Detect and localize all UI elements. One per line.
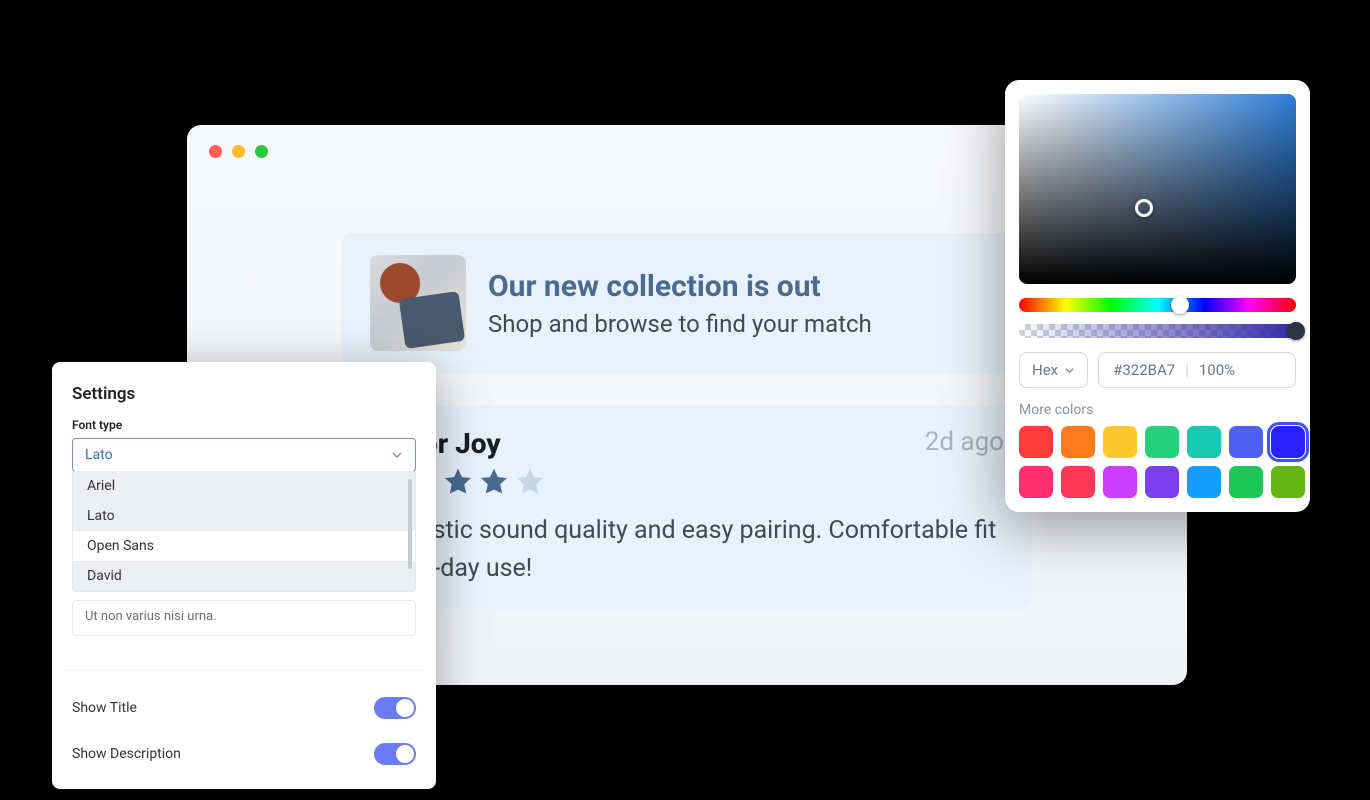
window-controls	[209, 145, 268, 158]
color-swatch[interactable]	[1019, 466, 1053, 498]
alpha-slider[interactable]	[1019, 324, 1296, 338]
review-card: Taylor Joy 2d ago Fantastic sound qualit…	[342, 405, 1032, 609]
review-stars	[370, 466, 1004, 498]
color-hex-value: #322BA7	[1113, 361, 1175, 379]
show-title-label: Show Title	[72, 700, 137, 716]
color-value-box[interactable]: #322BA7 | 100%	[1098, 352, 1296, 388]
settings-panel: Settings Font type Lato ArielLatoOpen Sa…	[52, 362, 436, 789]
font-type-dropdown: ArielLatoOpen SansDavid	[72, 471, 416, 592]
review-body: Fantastic sound quality and easy pairing…	[370, 512, 1004, 587]
font-type-selected: Lato	[85, 447, 113, 463]
color-picker: Hex #322BA7 | 100% More colors	[1005, 80, 1310, 512]
hue-thumb[interactable]	[1171, 296, 1189, 314]
description-textarea[interactable]	[72, 600, 416, 636]
color-swatch[interactable]	[1187, 466, 1221, 498]
star-icon	[514, 466, 546, 498]
chevron-down-icon	[1064, 365, 1075, 376]
hue-slider[interactable]	[1019, 298, 1296, 312]
color-swatch[interactable]	[1229, 466, 1263, 498]
show-description-toggle[interactable]	[374, 743, 416, 765]
color-swatch[interactable]	[1271, 426, 1305, 458]
maximize-icon[interactable]	[255, 145, 268, 158]
color-swatch[interactable]	[1229, 426, 1263, 458]
show-description-label: Show Description	[72, 746, 181, 762]
collection-title: Our new collection is out	[488, 269, 872, 304]
color-format-select[interactable]: Hex	[1019, 352, 1088, 388]
more-colors-label: More colors	[1019, 402, 1296, 418]
color-swatch[interactable]	[1061, 426, 1095, 458]
color-swatch[interactable]	[1103, 466, 1137, 498]
dropdown-scrollbar[interactable]	[408, 479, 412, 569]
minimize-icon[interactable]	[232, 145, 245, 158]
color-opacity-value: 100%	[1199, 361, 1235, 379]
settings-title: Settings	[72, 384, 416, 404]
color-swatch[interactable]	[1103, 426, 1137, 458]
font-option[interactable]: David	[73, 561, 415, 591]
star-icon	[442, 466, 474, 498]
color-swatch[interactable]	[1271, 466, 1305, 498]
divider	[68, 670, 420, 671]
font-option[interactable]: Lato	[73, 501, 415, 531]
saturation-value-box[interactable]	[1019, 94, 1296, 284]
font-type-label: Font type	[72, 418, 416, 432]
show-title-toggle[interactable]	[374, 697, 416, 719]
color-swatch[interactable]	[1187, 426, 1221, 458]
color-swatch[interactable]	[1019, 426, 1053, 458]
collection-subtitle: Shop and browse to find your match	[488, 310, 872, 338]
alpha-thumb[interactable]	[1287, 322, 1305, 340]
color-swatches	[1019, 426, 1296, 498]
color-swatch[interactable]	[1145, 426, 1179, 458]
font-type-select[interactable]: Lato	[72, 438, 416, 472]
chevron-down-icon	[391, 449, 403, 461]
star-icon	[478, 466, 510, 498]
font-option[interactable]: Open Sans	[73, 531, 415, 561]
close-icon[interactable]	[209, 145, 222, 158]
color-swatch[interactable]	[1061, 466, 1095, 498]
font-option[interactable]: Ariel	[73, 471, 415, 501]
collection-card: Our new collection is out Shop and brows…	[342, 233, 1032, 373]
color-swatch[interactable]	[1145, 466, 1179, 498]
collection-thumbnail	[370, 255, 466, 351]
review-time: 2d ago	[925, 427, 1004, 457]
sv-cursor[interactable]	[1135, 199, 1153, 217]
color-format-value: Hex	[1032, 361, 1058, 379]
